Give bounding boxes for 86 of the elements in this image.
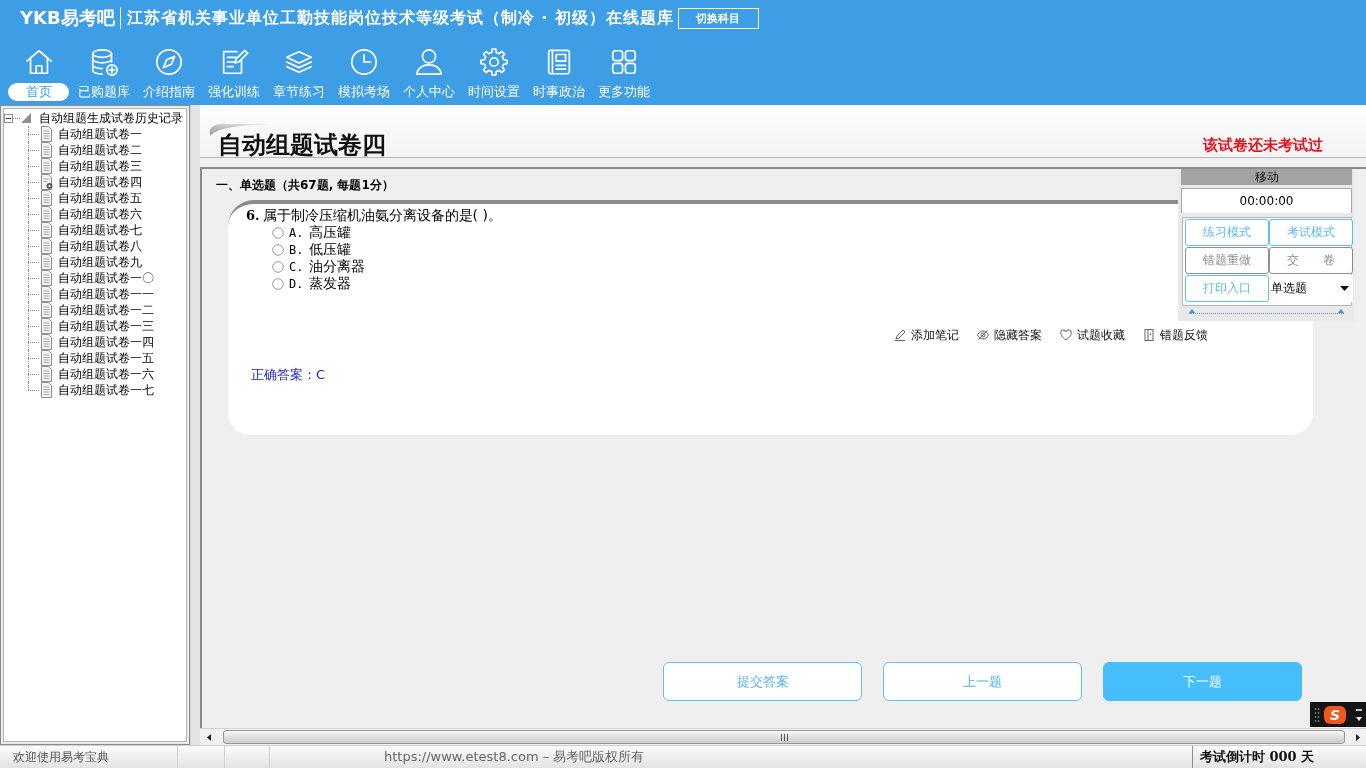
- document-icon: [40, 254, 53, 270]
- paper-title: 自动组题试卷四: [218, 133, 386, 157]
- hide-answer-link[interactable]: 隐藏答案: [977, 327, 1042, 343]
- option-letter: B.: [289, 242, 305, 257]
- tree-item[interactable]: 自动组题试卷一: [58, 126, 142, 142]
- document-icon: [40, 334, 53, 350]
- tree-item[interactable]: 自动组题试卷一一: [58, 286, 154, 302]
- document-icon: [40, 206, 53, 222]
- document-icon: [40, 126, 53, 142]
- radio-button[interactable]: [272, 277, 284, 290]
- tree-item[interactable]: 自动组题试卷二: [58, 142, 142, 158]
- tree-item[interactable]: 自动组题试卷一三: [58, 318, 154, 334]
- document-icon: [40, 158, 53, 174]
- home-icon: [23, 47, 54, 77]
- settings-icon: [478, 47, 509, 77]
- notebook-icon: [1143, 329, 1155, 341]
- feedback-link[interactable]: 错题反馈: [1143, 327, 1208, 343]
- add-note-link[interactable]: 添加笔记: [894, 327, 959, 343]
- tree-item[interactable]: 自动组题试卷五: [58, 190, 142, 206]
- tree-item[interactable]: 自动组题试卷九: [58, 254, 142, 270]
- grip-icon: [780, 733, 788, 741]
- question-type-select[interactable]: 单选题: [1269, 275, 1353, 302]
- timer-display: 00:00:00: [1181, 188, 1352, 213]
- document-icon: [40, 222, 53, 238]
- document-icon: [40, 382, 53, 398]
- option-text: 低压罐: [309, 240, 351, 259]
- document-icon: [40, 142, 53, 158]
- tree-item[interactable]: 自动组题试卷七: [58, 222, 142, 238]
- document-icon: [40, 270, 53, 286]
- option-text: 高压罐: [309, 223, 351, 242]
- question-number: 6.: [246, 208, 260, 223]
- document-icon: [40, 366, 53, 382]
- welcome-text: 欢迎使用易考宝典: [13, 748, 109, 766]
- app-logo: YKB易考吧: [20, 6, 115, 30]
- panel-drag-bar[interactable]: 移动: [1181, 169, 1352, 185]
- option-letter: A.: [289, 225, 305, 240]
- tree-item[interactable]: 自动组题试卷一五: [58, 350, 154, 366]
- tree-item[interactable]: 自动组题试卷三: [58, 158, 142, 174]
- copyright-text: https://www.etest8.com – 易考吧版权所有: [384, 748, 645, 766]
- tree-item[interactable]: 自动组题生成试卷历史记录: [39, 110, 183, 126]
- heart-icon: [1060, 329, 1072, 341]
- document-icon: [40, 238, 53, 254]
- document-icon: [40, 318, 53, 334]
- up-arrow-icon: [1338, 309, 1344, 313]
- document-icon: [40, 302, 53, 318]
- triangle-icon: [20, 112, 32, 124]
- grip-icon: [1314, 706, 1320, 723]
- tree-item[interactable]: 自动组题试卷八: [58, 238, 142, 254]
- question-text: 属于制冷压缩机油氨分离设备的是( )。: [262, 207, 502, 223]
- pencil-icon: [894, 329, 906, 341]
- correct-answer-text: 正确答案：C: [250, 367, 326, 383]
- option-text: 蒸发器: [309, 274, 351, 293]
- document-icon: [40, 190, 53, 206]
- tree-item[interactable]: 自动组题试卷四: [58, 174, 142, 190]
- document-icon: [40, 286, 53, 302]
- document-icon: [40, 350, 53, 366]
- tree-item[interactable]: 自动组题试卷一六: [58, 366, 154, 382]
- up-arrow-icon: [1189, 309, 1195, 313]
- tree-item[interactable]: 自动组题试卷六: [58, 206, 142, 222]
- clock-icon: [348, 47, 379, 77]
- eye-slash-icon: [977, 329, 989, 341]
- tree-item[interactable]: 自动组题试卷一〇: [58, 270, 154, 286]
- right-arrow-icon: [1355, 733, 1360, 741]
- countdown-text: 考试倒计时 000 天: [1200, 748, 1315, 766]
- scrollbar-thumb[interactable]: [223, 730, 1345, 744]
- radio-button[interactable]: [272, 260, 284, 273]
- app-title: 江苏省机关事业单位工勤技能岗位技术等级考试（制冷 · 初级）在线题库: [126, 7, 674, 29]
- ime-logo: S: [1324, 705, 1346, 724]
- user-icon: [413, 47, 444, 77]
- option-letter: C.: [289, 259, 305, 274]
- document-pin-icon: [40, 174, 53, 190]
- option-letter: D.: [289, 276, 305, 291]
- panel-collapse-handle[interactable]: [1189, 309, 1344, 314]
- collapse-icon[interactable]: [4, 113, 13, 123]
- favorite-link[interactable]: 试题收藏: [1060, 327, 1125, 343]
- tree-item[interactable]: 自动组题试卷一七: [58, 382, 154, 398]
- tree-item[interactable]: 自动组题试卷一四: [58, 334, 154, 350]
- menu-icon[interactable]: [1355, 706, 1363, 723]
- tree-item[interactable]: 自动组题试卷一二: [58, 302, 154, 318]
- caret-icon: [1340, 286, 1349, 291]
- exam-status-text: 该试卷还未考试过: [1203, 135, 1323, 156]
- option-text: 油分离器: [309, 257, 365, 276]
- radio-button[interactable]: [272, 243, 284, 256]
- radio-button[interactable]: [272, 226, 284, 239]
- left-arrow-icon: [206, 733, 211, 741]
- compass-icon: [153, 47, 184, 77]
